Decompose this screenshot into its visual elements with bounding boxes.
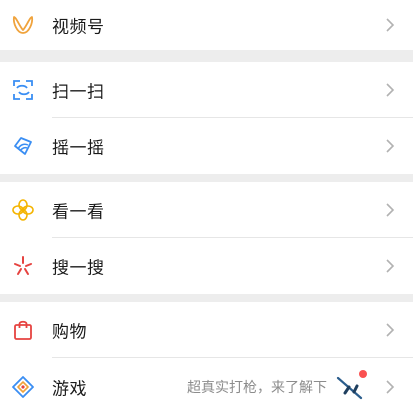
group-stories-search: 看一看 搜一搜 xyxy=(0,182,413,294)
rifle-thumbnail-icon xyxy=(335,370,367,402)
discover-menu: 视频号 扫一扫 摇一摇 看一看 搜一搜 购物 游戏 超真实打枪，来了解下 xyxy=(0,0,413,416)
channels-icon xyxy=(10,12,36,38)
menu-item-label: 视频号 xyxy=(52,17,105,38)
games-promo[interactable]: 超真实打枪，来了解下 xyxy=(187,370,367,402)
menu-item-games[interactable]: 游戏 超真实打枪，来了解下 xyxy=(0,358,413,416)
games-icon xyxy=(10,374,36,400)
group-scan-shake: 扫一扫 摇一摇 xyxy=(0,62,413,174)
menu-item-label: 扫一扫 xyxy=(52,82,105,103)
menu-item-top-stories[interactable]: 看一看 xyxy=(0,182,413,238)
chevron-right-icon xyxy=(386,203,395,217)
chevron-right-icon xyxy=(386,139,395,153)
chevron-right-icon xyxy=(386,380,395,394)
chevron-right-icon xyxy=(386,18,395,32)
chevron-right-icon xyxy=(386,259,395,273)
search-icon xyxy=(10,253,36,279)
menu-item-search[interactable]: 搜一搜 xyxy=(0,238,413,294)
menu-item-label: 看一看 xyxy=(52,202,105,223)
menu-item-channels[interactable]: 视频号 xyxy=(0,0,413,50)
shopping-bag-icon xyxy=(10,317,36,343)
shake-icon xyxy=(10,133,36,159)
notification-dot xyxy=(359,370,367,378)
menu-item-shake[interactable]: 摇一摇 xyxy=(0,118,413,174)
games-promo-text: 超真实打枪，来了解下 xyxy=(187,380,327,396)
menu-item-label: 购物 xyxy=(52,322,87,343)
scan-icon xyxy=(10,77,36,103)
menu-item-label: 摇一摇 xyxy=(52,138,105,159)
chevron-right-icon xyxy=(386,323,395,337)
menu-item-label: 游戏 xyxy=(52,379,87,400)
group-channels: 视频号 xyxy=(0,0,413,50)
top-stories-icon xyxy=(10,197,36,223)
group-shopping-games: 购物 游戏 超真实打枪，来了解下 xyxy=(0,302,413,416)
menu-item-scan[interactable]: 扫一扫 xyxy=(0,62,413,118)
menu-item-label: 搜一搜 xyxy=(52,258,105,279)
menu-item-shopping[interactable]: 购物 xyxy=(0,302,413,358)
chevron-right-icon xyxy=(386,83,395,97)
